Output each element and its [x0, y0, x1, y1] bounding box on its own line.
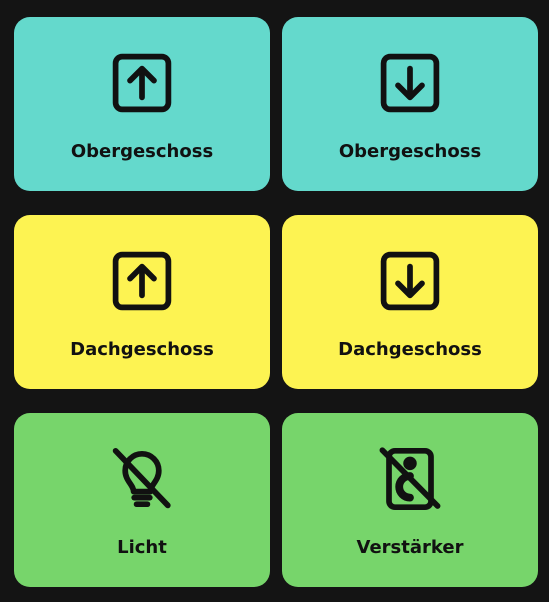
obergeschoss-up-button[interactable]: Obergeschoss	[14, 17, 270, 191]
obergeschoss-down-button[interactable]: Obergeschoss	[282, 17, 538, 191]
arrow-up-box-icon	[106, 47, 178, 119]
button-grid: Obergeschoss Obergeschoss Dachgeschoss D…	[0, 0, 549, 602]
tile-label: Dachgeschoss	[338, 339, 482, 360]
arrow-up-box-icon	[106, 245, 178, 317]
tile-label: Dachgeschoss	[70, 339, 214, 360]
tile-label: Verstärker	[356, 537, 464, 558]
speaker-off-icon	[374, 443, 446, 515]
arrow-down-box-icon	[374, 245, 446, 317]
tile-label: Obergeschoss	[338, 141, 482, 162]
licht-button[interactable]: Licht	[14, 413, 270, 587]
arrow-down-box-icon	[374, 47, 446, 119]
tile-label: Licht	[117, 537, 167, 558]
tile-label: Obergeschoss	[70, 141, 214, 162]
dachgeschoss-up-button[interactable]: Dachgeschoss	[14, 215, 270, 389]
verstaerker-button[interactable]: Verstärker	[282, 413, 538, 587]
lightbulb-off-icon	[106, 443, 178, 515]
dachgeschoss-down-button[interactable]: Dachgeschoss	[282, 215, 538, 389]
